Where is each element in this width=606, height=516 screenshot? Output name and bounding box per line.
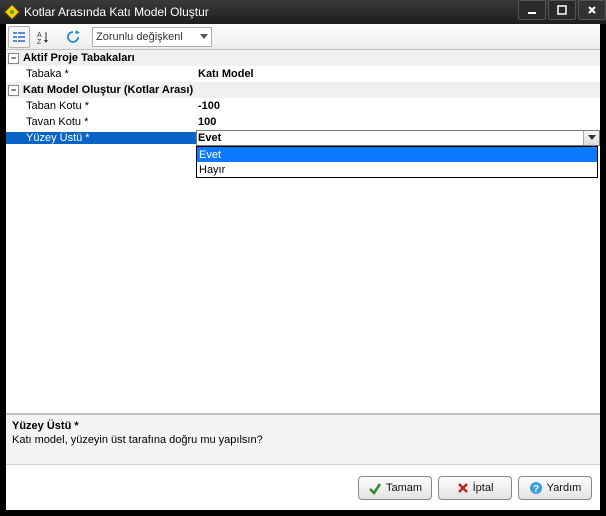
x-icon	[457, 482, 469, 494]
property-row[interactable]: Tavan Kotu * 100	[6, 114, 600, 130]
property-row-selected[interactable]: Yüzey Üstü * Evet	[6, 130, 600, 146]
description-text: Katı model, yüzeyin üst tarafına doğru m…	[12, 433, 594, 447]
chevron-down-icon[interactable]	[583, 131, 599, 145]
property-label: Yüzey Üstü *	[6, 132, 196, 144]
window-title: Kotlar Arasında Katı Model Oluştur	[24, 5, 516, 19]
cancel-button[interactable]: İptal	[438, 476, 512, 500]
svg-text:Z: Z	[37, 39, 42, 44]
property-row[interactable]: Taban Kotu * -100	[6, 98, 600, 114]
cancel-button-label: İptal	[473, 482, 494, 494]
property-value: Evet	[198, 132, 221, 144]
svg-text:?: ?	[533, 484, 539, 495]
property-row[interactable]: Tabaka * Katı Model	[6, 66, 600, 82]
dropdown-option[interactable]: Evet	[197, 147, 597, 162]
app-icon	[4, 4, 20, 20]
button-bar: Tamam İptal ? Yardım	[6, 464, 600, 510]
collapse-icon[interactable]: −	[8, 85, 19, 96]
property-value[interactable]: -100	[196, 100, 600, 112]
categorize-button[interactable]	[8, 26, 30, 48]
property-label: Taban Kotu *	[6, 100, 196, 112]
property-label: Tavan Kotu *	[6, 116, 196, 128]
filter-combo[interactable]: Zorunlu değişkenl	[92, 27, 212, 47]
refresh-button[interactable]	[62, 26, 84, 48]
dropdown-list: Evet Hayır	[196, 146, 598, 178]
collapse-icon[interactable]: −	[8, 53, 19, 64]
toolbar: A Z Zorunlu değişkenl	[6, 24, 600, 50]
dropdown-option[interactable]: Hayır	[197, 162, 597, 177]
property-value[interactable]: Katı Model	[196, 68, 600, 80]
svg-text:A: A	[37, 32, 42, 39]
ok-button[interactable]: Tamam	[358, 476, 432, 500]
help-icon: ?	[529, 481, 543, 495]
description-pane: Yüzey Üstü * Katı model, yüzeyin üst tar…	[6, 414, 600, 464]
titlebar: Kotlar Arasında Katı Model Oluştur	[0, 0, 606, 24]
help-button[interactable]: ? Yardım	[518, 476, 592, 500]
minimize-button[interactable]	[518, 0, 546, 20]
filter-combo-text: Zorunlu değişkenl	[96, 31, 183, 43]
maximize-button[interactable]	[548, 0, 576, 20]
close-button[interactable]	[578, 0, 606, 20]
category-row[interactable]: − Aktif Proje Tabakaları	[6, 50, 600, 66]
property-label: Tabaka *	[6, 68, 196, 80]
category-label: Katı Model Oluştur (Kotlar Arası)	[23, 84, 193, 96]
chevron-down-icon	[200, 34, 208, 40]
sort-az-button[interactable]: A Z	[32, 26, 54, 48]
property-grid: − Aktif Proje Tabakaları Tabaka * Katı M…	[6, 50, 600, 414]
category-row[interactable]: − Katı Model Oluştur (Kotlar Arası)	[6, 82, 600, 98]
property-value[interactable]: 100	[196, 116, 600, 128]
help-button-label: Yardım	[547, 482, 582, 494]
ok-button-label: Tamam	[386, 482, 422, 494]
check-icon	[368, 481, 382, 495]
category-label: Aktif Proje Tabakaları	[23, 52, 135, 64]
property-value-combo[interactable]: Evet	[196, 130, 600, 146]
description-title: Yüzey Üstü *	[12, 419, 594, 433]
